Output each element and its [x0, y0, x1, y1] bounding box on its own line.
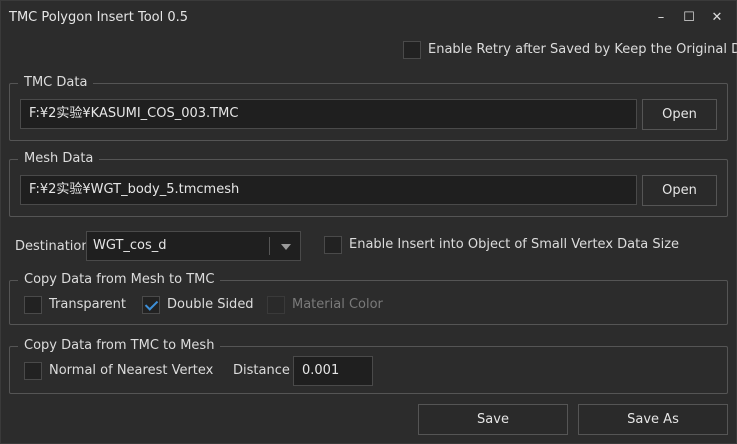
- maximize-icon[interactable]: ☐: [679, 10, 699, 26]
- transparent-label: Transparent: [49, 297, 126, 312]
- double-sided-label: Double Sided: [167, 297, 254, 312]
- save-button[interactable]: Save: [418, 404, 568, 435]
- chevron-down-icon[interactable]: [281, 244, 291, 250]
- copy-mesh-to-tmc-legend: Copy Data from Mesh to TMC: [18, 272, 221, 287]
- destination-label: Destination: [15, 239, 90, 254]
- material-color-label: Material Color: [292, 297, 383, 312]
- copy-tmc-to-mesh-legend: Copy Data from TMC to Mesh: [18, 338, 221, 353]
- select-separator: [269, 237, 270, 255]
- material-color-checkbox: [267, 296, 285, 314]
- window-title: TMC Polygon Insert Tool 0.5: [9, 10, 189, 25]
- save-as-button[interactable]: Save As: [578, 404, 728, 435]
- destination-selected-value: WGT_cos_d: [93, 238, 167, 253]
- distance-label: Distance: [233, 363, 290, 378]
- small-vertex-label: Enable Insert into Object of Small Verte…: [349, 237, 680, 252]
- distance-input[interactable]: 0.001: [293, 356, 373, 386]
- normal-nearest-vertex-label: Normal of Nearest Vertex: [49, 363, 214, 378]
- tmc-open-button[interactable]: Open: [642, 99, 717, 130]
- close-icon[interactable]: ✕: [707, 10, 727, 26]
- retry-checkbox[interactable]: [403, 41, 421, 59]
- title-bar[interactable]: TMC Polygon Insert Tool 0.5 – ☐ ✕: [1, 1, 736, 35]
- retry-label: Enable Retry after Saved by Keep the Ori…: [428, 42, 737, 57]
- tmc-path-field[interactable]: F:¥2实验¥KASUMI_COS_003.TMC: [20, 99, 637, 129]
- normal-nearest-vertex-checkbox[interactable]: [24, 362, 42, 380]
- tmc-data-legend: TMC Data: [18, 75, 94, 90]
- mesh-data-legend: Mesh Data: [18, 151, 100, 166]
- minimize-icon[interactable]: –: [651, 10, 671, 26]
- small-vertex-checkbox[interactable]: [324, 236, 342, 254]
- mesh-path-field[interactable]: F:¥2实验¥WGT_body_5.tmcmesh: [20, 175, 637, 205]
- double-sided-checkbox[interactable]: [142, 296, 160, 314]
- destination-select[interactable]: WGT_cos_d: [86, 231, 301, 261]
- mesh-open-button[interactable]: Open: [642, 175, 717, 206]
- app-window: TMC Polygon Insert Tool 0.5 – ☐ ✕ Enable…: [0, 0, 737, 444]
- transparent-checkbox[interactable]: [24, 296, 42, 314]
